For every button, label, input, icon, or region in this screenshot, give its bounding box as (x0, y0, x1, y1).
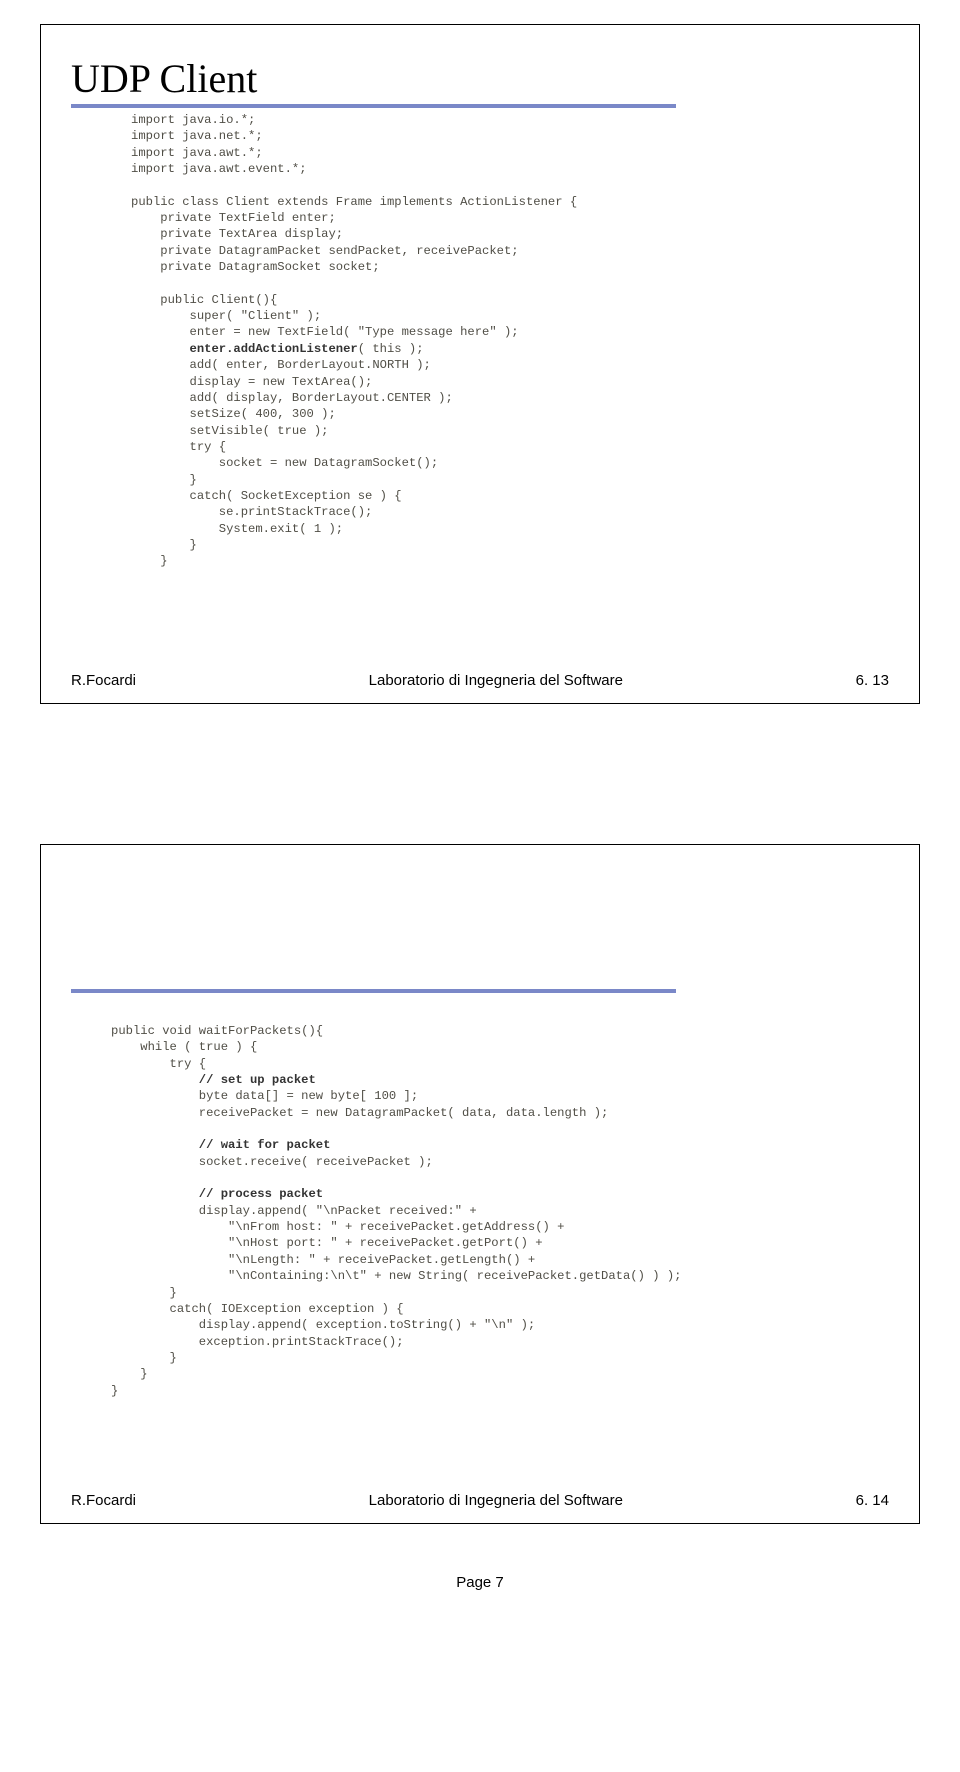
c1-l02: import java.net.*; (131, 129, 263, 143)
c2-l20: exception.printStackTrace(); (111, 1335, 404, 1349)
c2-l08b-bold: // wait for packet (199, 1138, 331, 1152)
c1-l26: System.exit( 1 ); (131, 522, 343, 536)
c1-l25: se.printStackTrace(); (131, 505, 372, 519)
slide-title: UDP Client (71, 55, 889, 102)
c2-l17: } (111, 1286, 177, 1300)
code-block-1: import java.io.*; import java.net.*; imp… (131, 112, 889, 570)
code-block-2: public void waitForPackets(){ while ( tr… (111, 1023, 889, 1399)
c1-l06: public class Client extends Frame implem… (131, 195, 577, 209)
footer-author: R.Focardi (71, 1492, 136, 1509)
c2-l01: public void waitForPackets(){ (111, 1024, 323, 1038)
c2-l04a (111, 1073, 199, 1087)
c1-l20: setVisible( true ); (131, 424, 328, 438)
c1-l23: } (131, 473, 197, 487)
c1-l03: import java.awt.*; (131, 146, 263, 160)
title-rule (71, 104, 676, 108)
c1-l08: private TextArea display; (131, 227, 343, 241)
slide-footer-1: R.Focardi Laboratorio di Ingegneria del … (71, 672, 889, 689)
c1-l07: private TextField enter; (131, 211, 336, 225)
slide-2: public void waitForPackets(){ while ( tr… (40, 844, 920, 1524)
c1-l21: try { (131, 440, 226, 454)
slide-1: UDP Client import java.io.*; import java… (40, 24, 920, 704)
c1-l24: catch( SocketException se ) { (131, 489, 402, 503)
c2-l12: display.append( "\nPacket received:" + (111, 1204, 477, 1218)
c1-l16: add( enter, BorderLayout.NORTH ); (131, 358, 431, 372)
c2-l04b-bold: // set up packet (199, 1073, 316, 1087)
footer-pagenum: 6. 13 (856, 672, 889, 689)
c2-l19: display.append( exception.toString() + "… (111, 1318, 535, 1332)
c1-l19: setSize( 400, 300 ); (131, 407, 336, 421)
c1-l10: private DatagramSocket socket; (131, 260, 380, 274)
c1-l22: socket = new DatagramSocket(); (131, 456, 438, 470)
c2-l11b-bold: // process packet (199, 1187, 323, 1201)
title-rule-2 (71, 989, 676, 993)
footer-author: R.Focardi (71, 672, 136, 689)
c1-l15c: ( this ); (358, 342, 424, 356)
slide-footer-2: R.Focardi Laboratorio di Ingegneria del … (71, 1492, 889, 1509)
c2-l03: try { (111, 1057, 206, 1071)
c1-l13: super( "Client" ); (131, 309, 321, 323)
c1-l01: import java.io.*; (131, 113, 255, 127)
c2-l14: "\nHost port: " + receivePacket.getPort(… (111, 1236, 543, 1250)
c2-l16: "\nContaining:\n\t" + new String( receiv… (111, 1269, 681, 1283)
c2-l11a (111, 1187, 199, 1201)
footer-title: Laboratorio di Ingegneria del Software (369, 1492, 623, 1509)
c2-l05: byte data[] = new byte[ 100 ]; (111, 1089, 418, 1103)
c2-l13: "\nFrom host: " + receivePacket.getAddre… (111, 1220, 564, 1234)
c2-l06: receivePacket = new DatagramPacket( data… (111, 1106, 608, 1120)
c1-l28: } (131, 554, 168, 568)
c2-l22: } (111, 1367, 148, 1381)
c1-l12: public Client(){ (131, 293, 277, 307)
c1-l14: enter = new TextField( "Type message her… (131, 325, 519, 339)
c1-l27: } (131, 538, 197, 552)
c1-l09: private DatagramPacket sendPacket, recei… (131, 244, 519, 258)
c1-l04: import java.awt.event.*; (131, 162, 307, 176)
footer-title: Laboratorio di Ingegneria del Software (369, 672, 623, 689)
c1-l15b-bold: enter.addActionListener (190, 342, 358, 356)
c1-l18: add( display, BorderLayout.CENTER ); (131, 391, 453, 405)
c1-l15a (131, 342, 190, 356)
c2-l02: while ( true ) { (111, 1040, 257, 1054)
c2-l09: socket.receive( receivePacket ); (111, 1155, 433, 1169)
c2-l23: } (111, 1384, 118, 1398)
c2-l15: "\nLength: " + receivePacket.getLength()… (111, 1253, 535, 1267)
footer-pagenum: 6. 14 (856, 1492, 889, 1509)
c2-l08a (111, 1138, 199, 1152)
c1-l17: display = new TextArea(); (131, 375, 372, 389)
c2-l18: catch( IOException exception ) { (111, 1302, 404, 1316)
document-page-number: Page 7 (0, 1574, 960, 1591)
c2-l21: } (111, 1351, 177, 1365)
